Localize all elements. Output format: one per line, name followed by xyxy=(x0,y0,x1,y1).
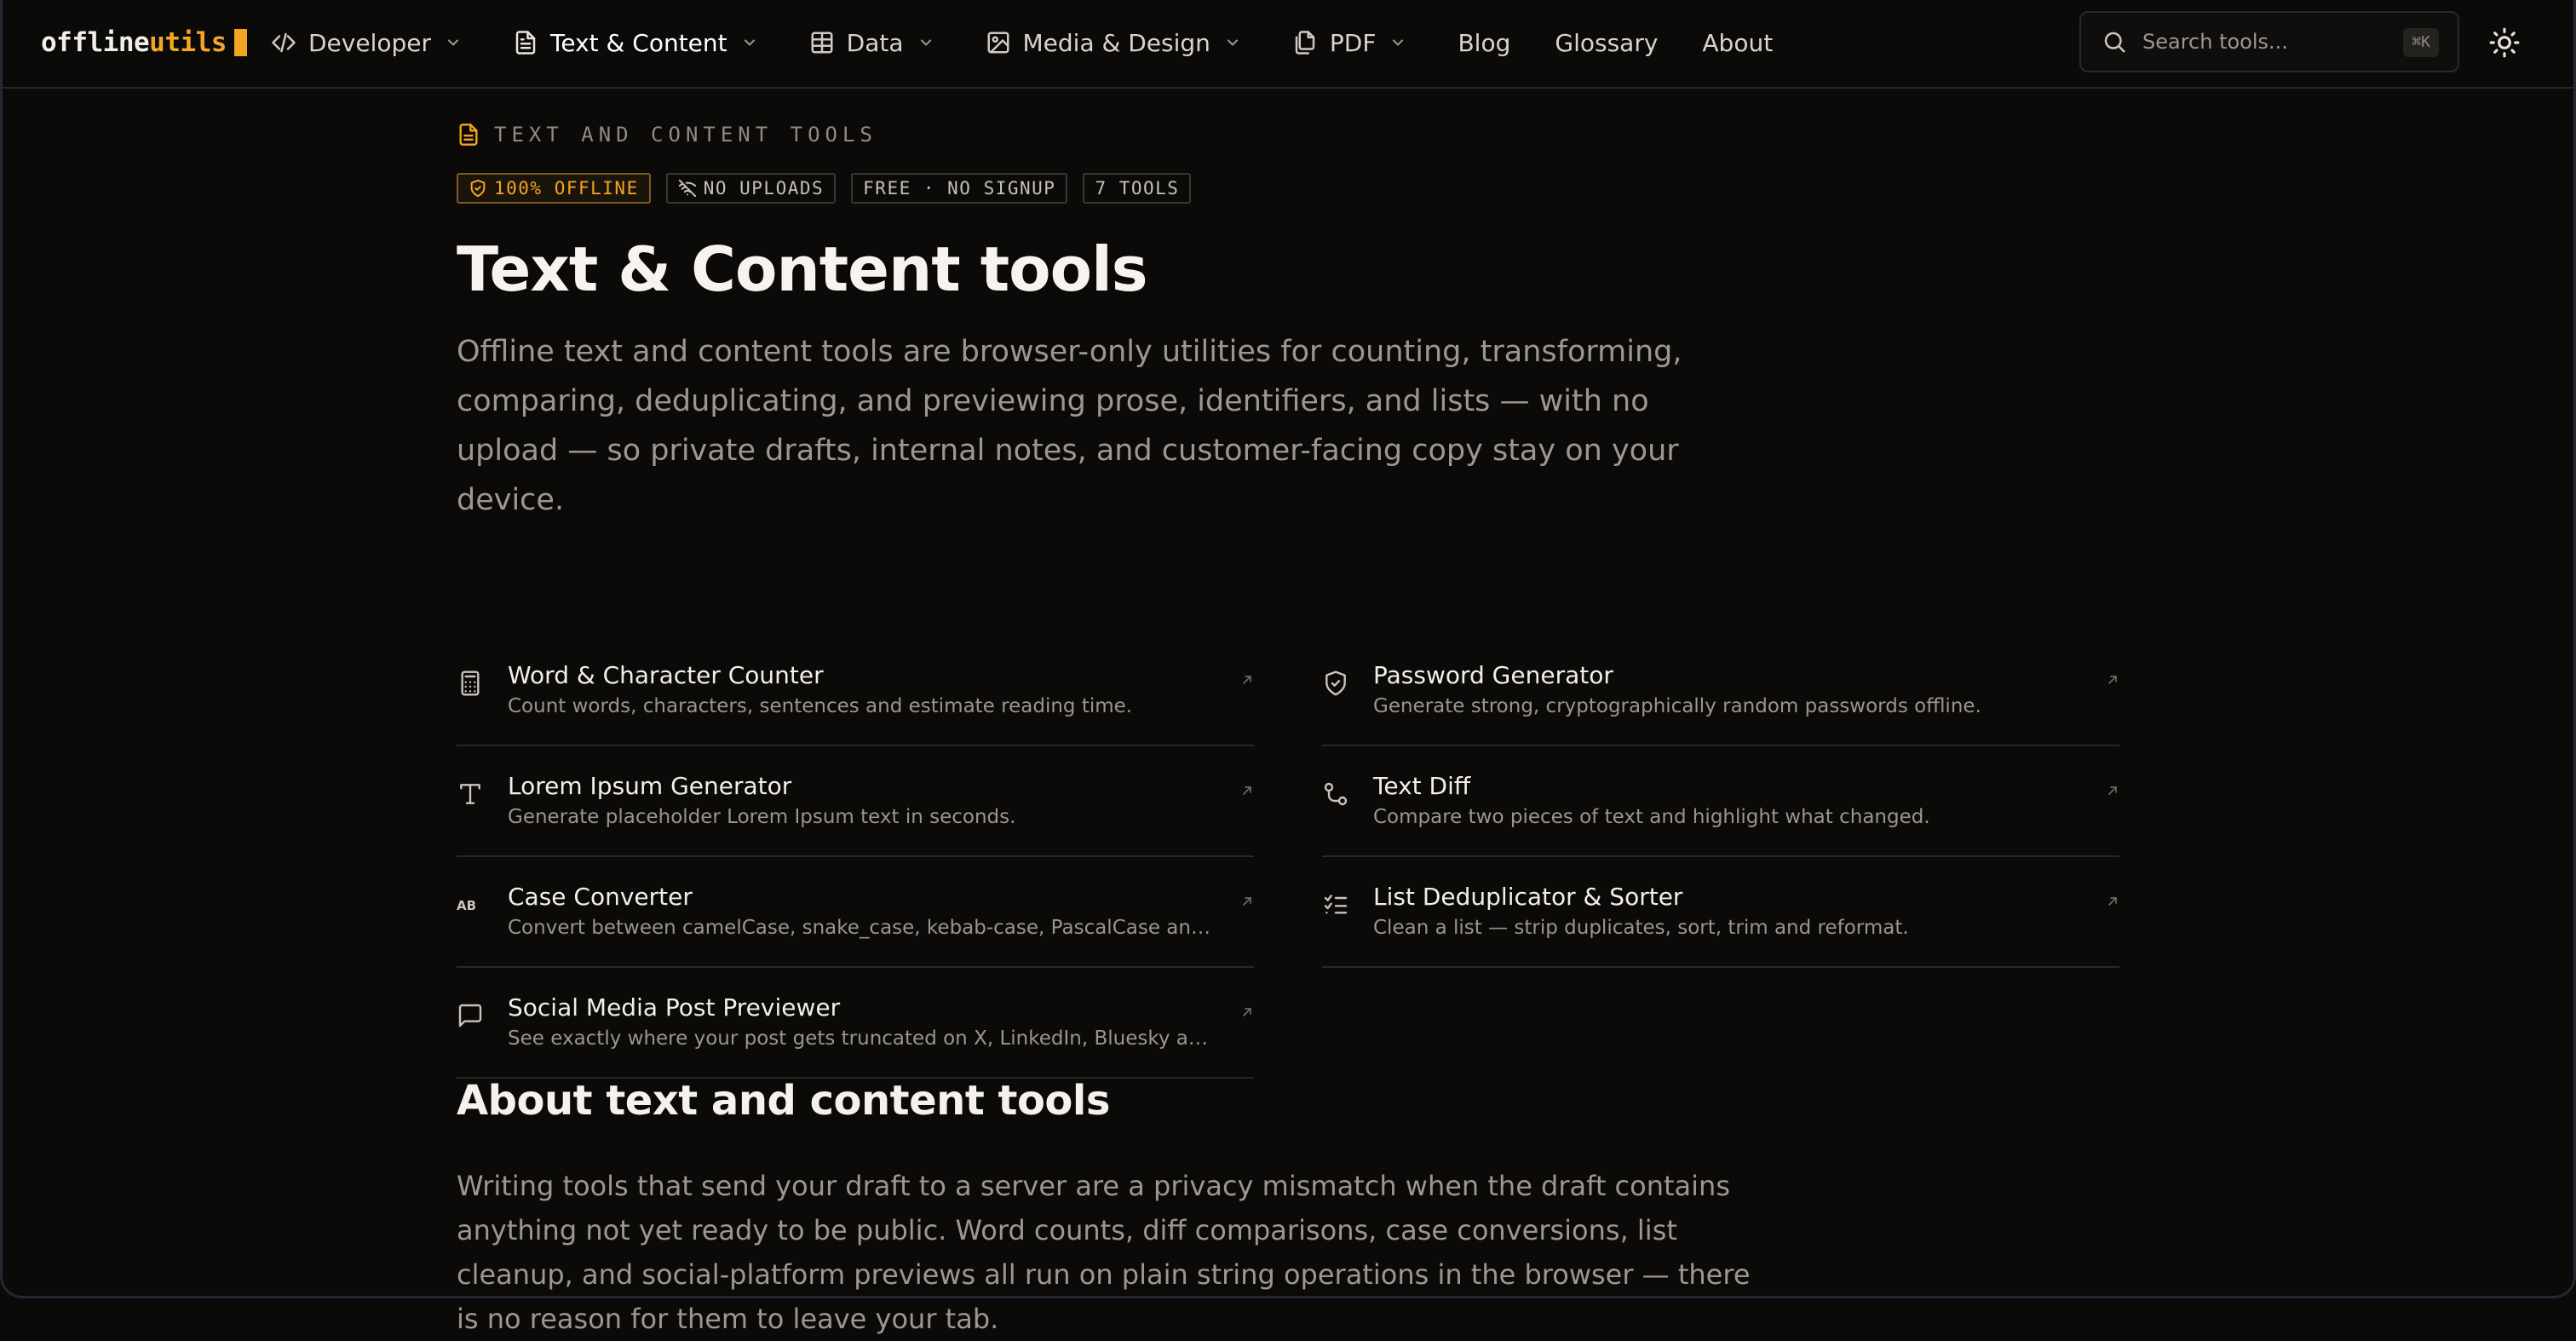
nav-item-label: Media & Design xyxy=(1022,28,1210,57)
logo-cursor xyxy=(233,29,247,56)
section-eyebrow: TEXT AND CONTENT TOOLS xyxy=(457,119,877,150)
badge-row: 100% OFFLINE NO UPLOADS FREE · NO SIGNUP… xyxy=(457,173,1206,204)
nav-item-label: Text & Content xyxy=(550,28,727,57)
nav-item-pdf[interactable]: PDF xyxy=(1292,20,1407,65)
tool-name: Word & Character Counter xyxy=(508,661,824,689)
page-intro: Offline text and content tools are brows… xyxy=(457,335,1682,517)
tool-word-character-counter[interactable]: Word & Character Counter Count words, ch… xyxy=(457,636,1254,746)
site-logo[interactable]: offline utils xyxy=(41,26,247,60)
nav-item-label: Data xyxy=(846,28,904,57)
tool-name: Text Diff xyxy=(1373,772,1471,800)
logo-text-offline: offline xyxy=(41,27,150,58)
badge-no-uploads: NO UPLOADS xyxy=(665,173,837,204)
tool-text-diff[interactable]: Text Diff Compare two pieces of text and… xyxy=(1322,746,2119,857)
image-icon xyxy=(987,32,1009,54)
badge-label: NO UPLOADS xyxy=(703,178,825,199)
svg-text:AB: AB xyxy=(457,898,476,913)
eyebrow-label: TEXT AND CONTENT TOOLS xyxy=(494,123,877,147)
badge-offline: 100% OFFLINE xyxy=(457,173,651,204)
search-shortcut-hint: ⌘K xyxy=(2403,28,2439,57)
tool-name: Lorem Ipsum Generator xyxy=(508,772,792,800)
tool-password-generator[interactable]: Password Generator Generate strong, cryp… xyxy=(1322,636,2119,746)
tool-list-deduplicator-sorter[interactable]: List Deduplicator & Sorter Clean a list … xyxy=(1322,857,2119,968)
arrow-up-right-icon xyxy=(1243,1008,1251,1016)
tool-lorem-ipsum-generator[interactable]: Lorem Ipsum Generator Generate placehold… xyxy=(457,746,1254,857)
main-nav: Developer Text & Content Data Media & De… xyxy=(271,20,1817,65)
nav-item-text-content[interactable]: Text & Content xyxy=(513,20,758,65)
about-paragraph: Writing tools that send your draft to a … xyxy=(457,1170,1751,1335)
nav-item-data[interactable]: Data xyxy=(809,20,934,65)
tool-social-media-post-previewer[interactable]: Social Media Post Previewer See exactly … xyxy=(457,968,1254,1079)
chevron-down-icon xyxy=(1393,39,1404,46)
chevron-down-icon xyxy=(744,39,755,46)
table-icon xyxy=(811,32,833,54)
code-icon xyxy=(272,32,296,53)
chevron-down-icon xyxy=(1227,39,1238,46)
nav-item-label: Developer xyxy=(308,28,432,57)
nav-item-developer[interactable]: Developer xyxy=(271,20,462,65)
shield-check-icon xyxy=(470,179,486,198)
calculator-icon xyxy=(461,670,480,696)
sun-icon xyxy=(2489,27,2520,58)
search-input[interactable] xyxy=(2142,30,2398,54)
chevron-down-icon xyxy=(920,39,931,46)
tool-description: Convert between camelCase, snake_case, k… xyxy=(508,917,1215,939)
search-icon xyxy=(2104,32,2125,53)
badge-free-no-signup: FREE · NO SIGNUP xyxy=(851,173,1068,204)
tool-name: Password Generator xyxy=(1373,661,1613,689)
files-icon xyxy=(1295,31,1315,55)
tool-list: Word & Character Counter Count words, ch… xyxy=(457,574,2121,1079)
about-heading: About text and content tools xyxy=(457,1077,1110,1125)
tool-description: Count words, characters, sentences and e… xyxy=(508,695,1133,717)
badge-label: 100% OFFLINE xyxy=(494,178,639,199)
nav-item-label: PDF xyxy=(1329,28,1377,57)
wifi-off-icon xyxy=(678,179,696,198)
arrow-up-right-icon xyxy=(1243,786,1251,795)
tool-description: Clean a list — strip duplicates, sort, t… xyxy=(1373,917,1909,939)
arrow-up-right-icon xyxy=(1243,897,1251,906)
badge-tool-count: 7 TOOLS xyxy=(1083,173,1192,204)
arrow-up-right-icon xyxy=(2108,897,2117,906)
arrow-up-right-icon xyxy=(2108,676,2117,684)
tool-description: Generate placeholder Lorem Ipsum text in… xyxy=(508,806,1016,828)
theme-toggle-button[interactable] xyxy=(2488,26,2521,59)
tool-name: Social Media Post Previewer xyxy=(508,993,841,1022)
tool-name: List Deduplicator & Sorter xyxy=(1373,883,1683,911)
top-navigation: offline utils Developer Text & Content Da… xyxy=(0,0,2576,89)
file-text-icon xyxy=(459,124,478,146)
nav-link-glossary[interactable]: Glossary xyxy=(1555,20,1658,65)
shield-check-icon xyxy=(1325,670,1346,696)
list-checks-icon xyxy=(1324,895,1348,914)
logo-text-utils: utils xyxy=(149,27,227,58)
arrow-up-right-icon xyxy=(1243,676,1251,684)
tool-case-converter[interactable]: AB Case Converter Convert between camelC… xyxy=(457,857,1254,968)
tool-description: See exactly where your post gets truncat… xyxy=(508,1027,1215,1050)
page-title: Text & Content tools xyxy=(457,233,1148,305)
message-square-icon xyxy=(458,1004,482,1027)
tool-description: Generate strong, cryptographically rando… xyxy=(1373,695,1981,717)
type-icon xyxy=(460,784,480,804)
search-box[interactable]: ⌘K xyxy=(2079,11,2459,72)
case-sensitive-icon: AB xyxy=(457,898,476,913)
chevron-down-icon xyxy=(447,39,459,46)
file-text-icon xyxy=(515,31,536,55)
git-compare-icon xyxy=(1324,782,1348,806)
arrow-up-right-icon xyxy=(2108,786,2117,795)
tool-name: Case Converter xyxy=(508,883,693,911)
tool-description: Compare two pieces of text and highlight… xyxy=(1373,806,1930,828)
nav-item-media-design[interactable]: Media & Design xyxy=(986,20,1241,65)
nav-link-about[interactable]: About xyxy=(1702,20,1773,65)
nav-link-blog[interactable]: Blog xyxy=(1458,20,1510,65)
